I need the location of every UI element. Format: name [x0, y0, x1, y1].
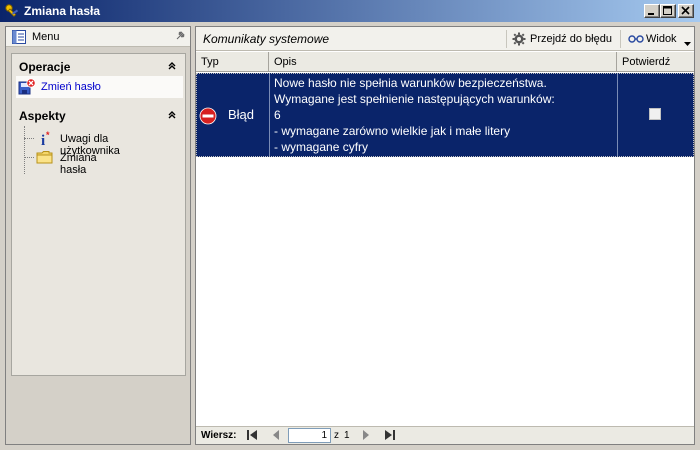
window-title: Zmiana hasła: [24, 4, 101, 18]
description-line: Nowe hasło nie spełnia warunków bezpiecz…: [274, 76, 547, 90]
info-icon: i *: [36, 130, 56, 151]
toolbar: Komunikaty systemowe Przejdź do błędu Wi…: [196, 27, 694, 51]
close-button[interactable]: [678, 4, 694, 18]
go-to-error-label: Przejdź do błędu: [530, 33, 612, 45]
previous-page-icon[interactable]: [271, 429, 281, 444]
system-messages-panel: Komunikaty systemowe Przejdź do błędu Wi…: [195, 26, 695, 445]
error-icon: [199, 107, 217, 128]
minimize-button[interactable]: [644, 4, 660, 18]
glasses-icon: [628, 34, 644, 47]
description-line: - wymagane cyfry: [274, 140, 369, 154]
chevron-down-icon: [684, 37, 691, 49]
section-aspekty-label: Aspekty: [19, 109, 66, 123]
title-bar: Zmiana hasła: [0, 0, 700, 22]
gear-icon: [512, 32, 526, 49]
svg-text:i: i: [41, 133, 45, 148]
aspect-item-label: Zmiana hasła: [60, 152, 97, 176]
column-header-description[interactable]: Opis: [269, 52, 617, 72]
pager-total: 1: [344, 430, 350, 441]
next-page-icon[interactable]: [361, 429, 371, 444]
column-header-type[interactable]: Typ: [196, 52, 269, 72]
tree-line: [24, 138, 34, 139]
last-page-icon[interactable]: [384, 429, 396, 444]
menu-label: Menu: [32, 31, 60, 43]
description-line: - wymagane zarówno wielkie jak i małe li…: [274, 124, 511, 138]
cell-description: Nowe hasło nie spełnia warunków bezpiecz…: [270, 74, 618, 156]
change-password-link[interactable]: Zmień hasło: [41, 81, 101, 93]
view-dropdown-button[interactable]: Widok: [626, 29, 692, 49]
tree-line: [24, 157, 34, 158]
maximize-button[interactable]: [660, 4, 676, 18]
folder-icon: [36, 149, 54, 168]
cell-confirm: [618, 74, 693, 156]
section-operacje[interactable]: Operacje: [12, 56, 185, 76]
section-aspekty[interactable]: Aspekty: [12, 105, 185, 125]
column-header-confirm[interactable]: Potwierdź: [617, 52, 694, 72]
close-icon: [681, 6, 690, 15]
panel-title: Komunikaty systemowe: [203, 32, 330, 46]
collapse-icon[interactable]: [167, 61, 177, 74]
maximize-icon: [663, 6, 672, 15]
type-label: Błąd: [228, 107, 255, 122]
section-operacje-label: Operacje: [19, 60, 71, 74]
collapse-icon[interactable]: [167, 110, 177, 123]
cell-type: Błąd: [197, 74, 270, 156]
operation-item-change-password[interactable]: Zmień hasło: [16, 76, 183, 98]
minimize-icon: [648, 13, 654, 15]
toolbar-separator: [506, 30, 507, 48]
change-password-icon: [18, 78, 36, 99]
pager-label: Wiersz:: [201, 430, 237, 441]
description-line: 6: [274, 108, 281, 122]
view-label: Widok: [646, 33, 677, 45]
nav-body: Operacje Zmień hasło Aspekty i * Uwagi d…: [11, 53, 186, 376]
menu-header: Menu: [6, 27, 190, 47]
first-page-icon[interactable]: [246, 429, 258, 444]
pager: Wiersz: 1 z 1: [196, 426, 694, 444]
pager-of-label: z: [334, 430, 339, 441]
page-input[interactable]: 1: [288, 428, 331, 443]
menu-icon: [11, 29, 27, 48]
key-pencil-icon: [4, 3, 20, 19]
svg-text:*: *: [46, 130, 50, 140]
toolbar-separator: [620, 30, 621, 48]
confirm-checkbox[interactable]: [649, 108, 661, 120]
navigation-panel: Menu Operacje Zmień hasło Aspekty i * Uw…: [5, 26, 191, 445]
description-line: Wymagane jest spełnienie następujących w…: [274, 92, 555, 106]
tree-line: [24, 126, 25, 174]
pin-icon[interactable]: [174, 30, 186, 45]
table-row[interactable]: Błąd Nowe hasło nie spełnia warunków bez…: [196, 73, 694, 157]
grid-header: Typ Opis Potwierdź: [196, 52, 694, 72]
